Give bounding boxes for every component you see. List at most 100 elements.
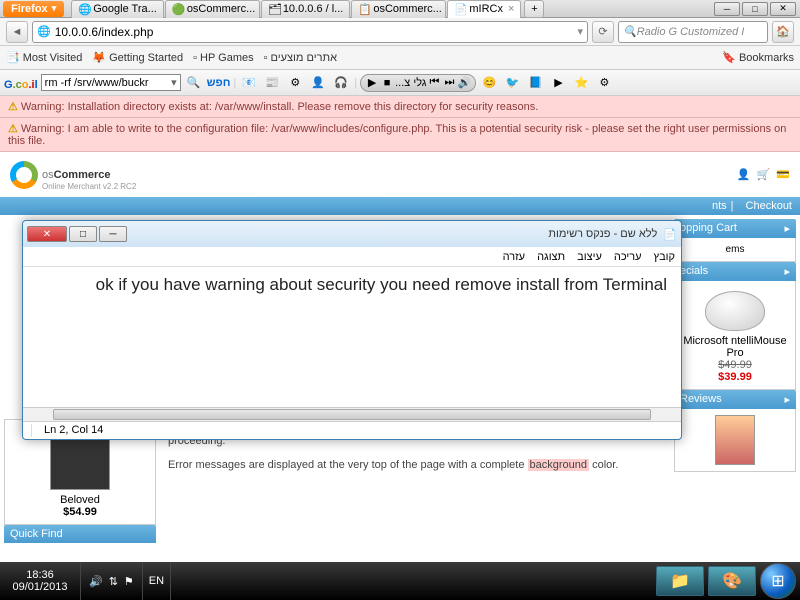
cart-header: opping Cart▸: [674, 219, 796, 238]
quick-find-header: Quick Find: [4, 525, 156, 543]
header: osCommerce Online Merchant v2.2 RC2 👤 🛒 …: [0, 152, 800, 197]
back-button[interactable]: ◄: [6, 21, 28, 43]
logo-subtitle: Online Merchant v2.2 RC2: [42, 182, 136, 191]
specials-box[interactable]: Microsoft ntelliMouse Pro $49.99 $39.99: [674, 281, 796, 390]
tab-active[interactable]: 📄mIRCx×: [447, 0, 521, 18]
bookmark-suggested[interactable]: ▫אתרים מוצעים: [264, 52, 337, 64]
firefox-menu-button[interactable]: Firefox: [3, 1, 64, 17]
close-button[interactable]: ✕: [770, 2, 796, 16]
page-icon: ▫: [193, 52, 197, 64]
window-controls: ─ □ ✕: [714, 2, 796, 16]
expand-icon[interactable]: ▸: [784, 222, 790, 235]
header-cart-icon[interactable]: 🛒: [757, 168, 771, 181]
toolbar-icon[interactable]: 📘: [525, 73, 545, 93]
reviews-box[interactable]: [674, 409, 796, 472]
tray-icons: 🔊 ⇅ ⚑: [80, 562, 143, 600]
toolbar-icon[interactable]: 📧: [239, 73, 259, 93]
toolbar-search-input[interactable]: rm -rf /srv/www/buckr▾: [41, 74, 181, 91]
notepad-maximize-button[interactable]: □: [69, 226, 97, 242]
stop-icon[interactable]: ■: [380, 76, 394, 90]
notepad-hscrollbar[interactable]: [23, 407, 681, 421]
new-tab-button[interactable]: +: [524, 0, 544, 18]
tab[interactable]: 🗂10.0.0.6 / l...: [261, 0, 351, 18]
next-icon[interactable]: ⏭: [442, 76, 456, 90]
start-button[interactable]: ⊞: [760, 563, 796, 599]
bookmark-most-visited[interactable]: 📑Most Visited: [6, 51, 82, 64]
menu-view[interactable]: תצוגה: [537, 251, 565, 263]
vol-icon[interactable]: 🔊: [457, 76, 471, 90]
menu-edit[interactable]: עריכה: [614, 251, 642, 263]
window-titlebar: Firefox 🌐Google Tra... 🟢osCommerc... 🗂10…: [0, 0, 800, 18]
search-button[interactable]: 🔍: [184, 73, 204, 93]
menu-format[interactable]: עיצוב: [577, 251, 602, 263]
logo-icon: [10, 161, 38, 189]
tab-label: osCommerc...: [187, 3, 255, 15]
search-icon: 🔍: [623, 25, 637, 38]
tab-label: mIRCx: [469, 3, 503, 15]
home-button[interactable]: 🏠: [772, 21, 794, 43]
url-input[interactable]: [55, 25, 574, 39]
taskbar[interactable]: 18:36 09/01/2013 🔊 ⇅ ⚑ EN 📁 🎨 ⊞: [0, 562, 800, 600]
tab[interactable]: 📋osCommerc...: [351, 0, 446, 18]
maximize-button[interactable]: □: [742, 2, 768, 16]
nav-toolbar: ◄ 🌐 ▾ ⟳ 🔍 Radio G Customized I 🏠: [0, 18, 800, 46]
toolbar-icon[interactable]: 📰: [262, 73, 282, 93]
flag-icon[interactable]: ⚑: [124, 575, 134, 588]
toolbar-user-icon[interactable]: 👤: [308, 73, 328, 93]
nav-account[interactable]: nts: [712, 200, 727, 212]
bookmark-hp-games[interactable]: ▫HP Games: [193, 52, 254, 64]
menu-file[interactable]: קובץ: [654, 251, 675, 263]
taskbar-app-explorer[interactable]: 📁: [656, 566, 704, 596]
minimize-button[interactable]: ─: [714, 2, 740, 16]
google-logo[interactable]: G.co.il: [4, 75, 38, 91]
close-tab-icon[interactable]: ×: [508, 3, 514, 15]
notepad-close-button[interactable]: ✕: [27, 226, 67, 242]
tab[interactable]: 🌐Google Tra...: [71, 0, 164, 18]
header-icon[interactable]: 💳: [776, 168, 790, 181]
network-icon[interactable]: ⇅: [109, 575, 118, 588]
search-bar[interactable]: 🔍 Radio G Customized I: [618, 21, 768, 43]
expand-icon[interactable]: ▸: [784, 393, 790, 406]
product-image: [715, 415, 755, 465]
notepad-minimize-button[interactable]: ─: [99, 226, 127, 242]
toolbar-icon[interactable]: 😊: [479, 73, 499, 93]
header-icon[interactable]: 👤: [737, 168, 751, 181]
oscommerce-logo[interactable]: osCommerce Online Merchant v2.2 RC2: [10, 158, 136, 191]
media-player[interactable]: ▶ ■ ...גלי צ ⏮ ⏭ 🔊: [360, 74, 476, 92]
menu-help[interactable]: עזרה: [503, 251, 525, 263]
notepad-textarea[interactable]: ok if you have warning about security yo…: [23, 267, 681, 407]
toolbar-icon[interactable]: ⚙: [594, 73, 614, 93]
notepad-titlebar[interactable]: 📄 ללא שם - פנקס רשימות ✕ □ ─: [23, 221, 681, 247]
volume-icon[interactable]: 🔊: [89, 575, 103, 588]
dropdown-icon[interactable]: ▾: [577, 25, 583, 38]
bookmarks-bar: 📑Most Visited 🦊Getting Started ▫HP Games…: [0, 46, 800, 70]
tab[interactable]: 🟢osCommerc...: [165, 0, 260, 18]
toolbar-gear-icon[interactable]: ⚙: [285, 73, 305, 93]
bookmarks-menu[interactable]: 🔖Bookmarks: [722, 51, 794, 64]
product-name: Microsoft ntelliMouse Pro: [681, 335, 789, 359]
toolbar-headphones-icon[interactable]: 🎧: [331, 73, 351, 93]
page-icon: 📋: [358, 3, 370, 15]
play-icon[interactable]: ▶: [365, 76, 379, 90]
expand-icon[interactable]: ▸: [784, 265, 790, 278]
folder-icon: 📑: [6, 51, 20, 64]
search-placeholder: Radio G Customized I: [637, 26, 745, 38]
tab-strip: 🌐Google Tra... 🟢osCommerc... 🗂10.0.0.6 /…: [71, 0, 714, 18]
bookmark-getting-started[interactable]: 🦊Getting Started: [92, 51, 183, 64]
notepad-window[interactable]: 📄 ללא שם - פנקס רשימות ✕ □ ─ קובץ עריכה …: [22, 220, 682, 440]
chevron-down-icon[interactable]: ▾: [171, 76, 177, 89]
taskbar-app-paint[interactable]: 🎨: [708, 566, 756, 596]
price-new: $39.99: [718, 371, 752, 383]
toolbar-icon[interactable]: 🐦: [502, 73, 522, 93]
toolbar-star-icon[interactable]: ⭐: [571, 73, 591, 93]
prev-icon[interactable]: ⏮: [427, 76, 441, 90]
language-indicator[interactable]: EN: [143, 575, 170, 587]
nav-checkout[interactable]: Checkout: [746, 200, 792, 212]
firefox-icon: 🦊: [92, 51, 106, 64]
url-bar[interactable]: 🌐 ▾: [32, 21, 588, 43]
taskbar-clock[interactable]: 18:36 09/01/2013: [0, 565, 80, 597]
toolbar-youtube-icon[interactable]: ▶: [548, 73, 568, 93]
top-nav: nts| Checkout: [0, 197, 800, 215]
page-icon: ▫: [264, 52, 268, 64]
reload-button[interactable]: ⟳: [592, 21, 614, 43]
